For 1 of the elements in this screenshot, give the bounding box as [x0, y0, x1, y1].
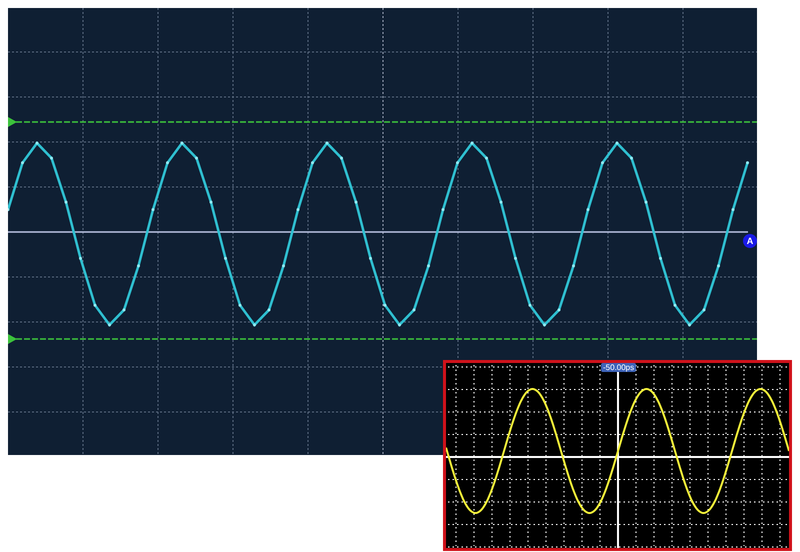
time-offset-label: -50.00ps: [601, 363, 636, 372]
